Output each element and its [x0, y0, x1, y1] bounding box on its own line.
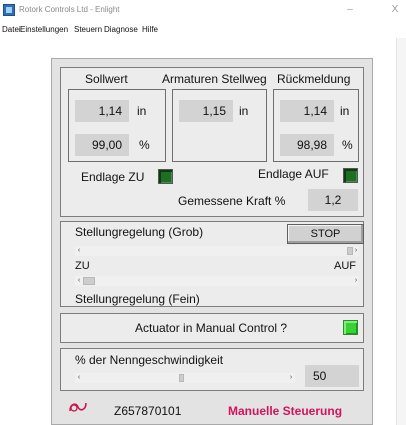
stellweg-in-unit: in	[239, 104, 249, 118]
endlage-auf-led	[343, 168, 358, 183]
menu-einstellungen[interactable]: Einstellungen	[20, 25, 68, 34]
grob-slider-right-arrow[interactable]: ›	[352, 246, 360, 256]
sollwert-header: Sollwert	[85, 72, 128, 86]
rueckmeldung-header: Rückmeldung	[277, 72, 351, 86]
speed-slider-left-arrow[interactable]: ‹	[75, 373, 83, 383]
grob-slider[interactable]: ‹ ›	[75, 246, 359, 256]
fein-slider[interactable]: ‹ ›	[75, 276, 359, 286]
title-bar: Rotork Controls Ltd - Enlight – X	[0, 0, 406, 22]
stellweg-box: 1,15 in	[172, 89, 267, 162]
mode-status: Manuelle Steuerung	[228, 404, 343, 418]
rueckmeldung-in-field: 1,14	[280, 100, 334, 122]
speed-field[interactable]: 50	[305, 365, 359, 387]
fein-slider-thumb[interactable]	[83, 277, 95, 285]
menu-diagnose[interactable]: Diagnose	[104, 25, 138, 34]
speed-slider-right-arrow[interactable]: ›	[287, 373, 295, 383]
minimize-button[interactable]: –	[343, 4, 357, 16]
kraft-field: 1,2	[308, 189, 358, 211]
stellweg-header: Armaturen Stellweg	[162, 72, 267, 86]
values-section: Sollwert Armaturen Stellweg Rückmeldung …	[60, 67, 364, 217]
sollwert-in-unit: in	[137, 104, 147, 118]
endlage-zu-label: Endlage ZU	[81, 170, 145, 184]
menu-steuern[interactable]: Steuern	[74, 25, 102, 34]
speed-slider[interactable]: ‹ ›	[75, 373, 295, 383]
zu-label: ZU	[75, 260, 90, 272]
serial-number: Z657870101	[114, 404, 182, 418]
rueckmeldung-in-unit: in	[340, 104, 350, 118]
kraft-label: Gemessene Kraft %	[178, 194, 286, 208]
menu-bar: Datei Einstellungen Steuern Diagnose Hil…	[0, 22, 406, 38]
grob-slider-left-arrow[interactable]: ‹	[75, 246, 83, 256]
rueckmeldung-pct-unit: %	[342, 138, 353, 152]
speed-section: % der Nenngeschwindigkeit ‹ › 50	[60, 348, 364, 391]
fein-label: Stellungregelung (Fein)	[75, 292, 200, 306]
app-icon	[3, 4, 15, 16]
stop-button[interactable]: STOP	[287, 224, 364, 244]
menu-hilfe[interactable]: Hilfe	[142, 25, 158, 34]
sollwert-in-field: 1,14	[75, 100, 129, 122]
speed-label: % der Nenngeschwindigkeit	[75, 353, 224, 367]
rueckmeldung-box: 1,14 in 98,98 %	[273, 89, 359, 162]
stellweg-in-field: 1,15	[179, 100, 233, 122]
rueckmeldung-pct-field: 98,98	[280, 134, 334, 156]
auf-label: AUF	[334, 260, 356, 272]
endlage-auf-label: Endlage AUF	[258, 167, 329, 181]
grob-label: Stellungregelung (Grob)	[75, 225, 204, 239]
manual-section: Actuator in Manual Control ?	[60, 313, 364, 343]
manual-led	[343, 320, 358, 335]
menu-datei[interactable]: Datei	[2, 25, 21, 34]
sollwert-pct-unit: %	[139, 138, 150, 152]
rotork-logo-icon	[69, 402, 87, 412]
window-scrollbar[interactable]	[396, 38, 406, 425]
close-button[interactable]: X	[388, 4, 402, 16]
manual-label: Actuator in Manual Control ?	[135, 321, 288, 335]
speed-slider-thumb[interactable]	[179, 374, 184, 382]
regulation-section: Stellungregelung (Grob) STOP ‹ › ZU AUF …	[60, 221, 364, 307]
endlage-zu-led	[158, 169, 173, 184]
fein-slider-right-arrow[interactable]: ›	[352, 276, 360, 286]
fein-slider-left-arrow[interactable]: ‹	[75, 276, 83, 286]
sollwert-pct-field: 99,00	[75, 134, 129, 156]
window-title: Rotork Controls Ltd - Enlight	[19, 5, 120, 14]
main-panel: Sollwert Armaturen Stellweg Rückmeldung …	[51, 58, 373, 425]
sollwert-box: 1,14 in 99,00 %	[68, 89, 166, 162]
